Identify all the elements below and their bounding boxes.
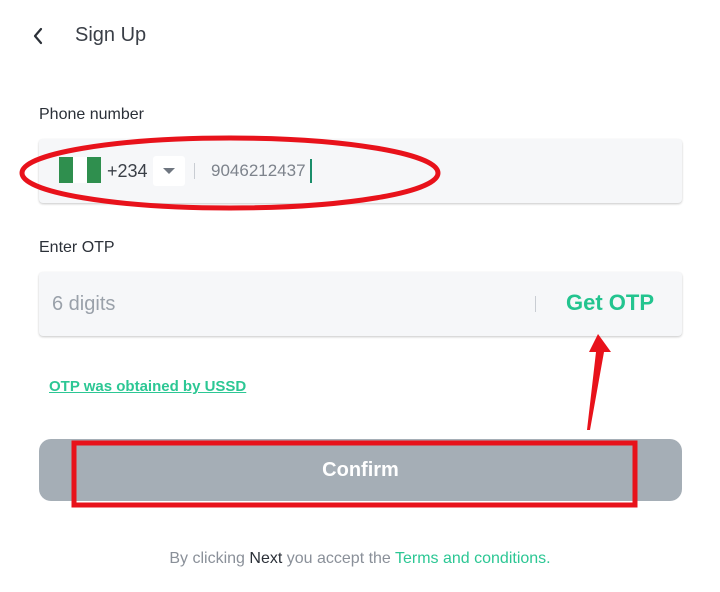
country-code-dropdown[interactable] <box>153 156 185 186</box>
nigeria-flag-icon <box>59 157 101 183</box>
terms-next-word: Next <box>249 550 283 567</box>
terms-middle: you accept the <box>282 550 395 567</box>
otp-divider <box>535 296 536 312</box>
otp-field: Get OTP <box>39 272 682 336</box>
page-title: Sign Up <box>75 24 147 46</box>
terms-prefix: By clicking <box>169 550 250 567</box>
terms-notice: By clicking Next you accept the Terms an… <box>0 550 720 568</box>
phone-number-field: +234 9046212437 <box>39 139 682 203</box>
terms-link[interactable]: Terms and conditions. <box>395 550 551 567</box>
country-code: +234 <box>107 161 148 181</box>
otp-input[interactable] <box>52 287 522 321</box>
otp-label: Enter OTP <box>39 239 115 256</box>
red-arrow-icon <box>587 334 611 430</box>
get-otp-button[interactable]: Get OTP <box>566 290 654 316</box>
back-button[interactable] <box>22 22 54 50</box>
phone-number-label: Phone number <box>39 106 144 123</box>
header: Sign Up <box>0 0 720 72</box>
phone-divider <box>194 163 195 179</box>
text-cursor <box>310 159 312 183</box>
confirm-button[interactable]: Confirm <box>39 439 682 501</box>
otp-by-ussd-link[interactable]: OTP was obtained by USSD <box>49 378 246 395</box>
chevron-left-icon <box>33 27 43 45</box>
phone-number-input[interactable]: 9046212437 <box>211 161 306 181</box>
signup-page: Sign Up Phone number +234 9046212437 Ent… <box>0 0 720 592</box>
caret-down-icon <box>163 168 175 174</box>
